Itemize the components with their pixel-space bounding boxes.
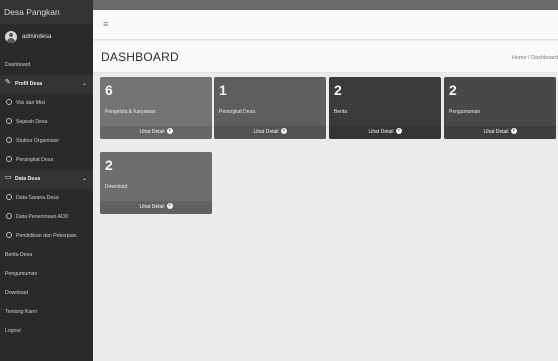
sidebar-item-download[interactable]: Download <box>0 284 93 303</box>
arrow-circle-right-icon <box>166 127 173 134</box>
breadcrumb[interactable]: Home / Dashboard <box>512 55 558 61</box>
stat-box-pengumuman: 2 Pengumuman Lihat Detail <box>444 77 556 139</box>
sidebar-item-label: Data Desa <box>15 176 41 182</box>
monitor-icon: ▭ <box>5 173 12 181</box>
sidebar-item-label: Pengumuman <box>5 271 38 277</box>
page-title: DASHBOARD <box>101 50 179 64</box>
stat-label: Berita <box>334 109 348 115</box>
sidebar-item-label: Sejarah Desa <box>16 119 48 125</box>
circle-icon <box>6 136 12 143</box>
stat-box-berita: 2 Berita Lihat Detail <box>329 77 441 139</box>
edit-icon: ✎ <box>5 78 11 86</box>
sidebar-item-label: Dashboard <box>5 62 31 68</box>
detail-link[interactable]: Lihat Detail <box>444 126 556 139</box>
sidebar-item-perangkat-desa[interactable]: Perangkat Desa <box>0 151 93 170</box>
detail-link-label: Lihat Detail <box>483 129 509 135</box>
hamburger-icon[interactable]: ≡ <box>103 19 108 29</box>
sidebar-item-label: Logout <box>5 328 21 334</box>
arrow-circle-right-icon <box>510 127 517 134</box>
sidebar-item-label: Berita Desa <box>5 252 33 258</box>
sidebar-item-struktur-organisasi[interactable]: Stuktur Organisasi <box>0 132 93 151</box>
detail-link[interactable]: Lihat Detail <box>329 126 441 139</box>
detail-link-label: Lihat Detail <box>139 204 165 210</box>
stat-count: 2 <box>449 82 457 98</box>
circle-icon <box>6 98 12 105</box>
sidebar-item-label: Perangkat Desa <box>16 157 54 163</box>
detail-link[interactable]: Lihat Detail <box>100 126 212 139</box>
topbar: ≡ <box>93 10 558 40</box>
sidebar: Desa Pangkan admindesa Dashboard ✎ Profil… <box>0 0 93 361</box>
detail-link-label: Lihat Detail <box>253 129 279 135</box>
circle-icon <box>6 117 12 124</box>
sidebar-item-label: Tentang Kami <box>5 309 37 315</box>
detail-link-label: Lihat Detail <box>368 129 394 135</box>
sidebar-item-label: Data Sarana Desa <box>16 195 59 201</box>
user-name: admindesa <box>22 34 52 40</box>
sidebar-item-label: Pendidikan dan Pekerjaan <box>16 233 77 239</box>
arrow-circle-right-icon <box>395 127 402 134</box>
chevron-down-icon: ⌄ <box>81 81 87 87</box>
stat-count: 2 <box>105 157 113 173</box>
topbar-accent <box>93 0 558 10</box>
sidebar-item-label: Data Penerimaan ADD <box>16 214 69 220</box>
arrow-circle-right-icon <box>280 127 287 134</box>
sidebar-item-visi-misi[interactable]: Visi dan Misi <box>0 94 93 113</box>
sidebar-item-pendidikan-pekerjaan[interactable]: Pendidikan dan Pekerjaan <box>0 227 93 246</box>
detail-link[interactable]: Lihat Detail <box>214 126 326 139</box>
sidebar-item-sejarah-desa[interactable]: Sejarah Desa <box>0 113 93 132</box>
sidebar-group-data-desa[interactable]: ▭ Data Desa ⌄ <box>0 170 93 189</box>
sidebar-item-logout[interactable]: Logout <box>0 322 93 341</box>
sidebar-item-pengumuman[interactable]: Pengumuman <box>0 265 93 284</box>
sidebar-item-tentang-kami[interactable]: Tentang Kami <box>0 303 93 322</box>
stat-label: Download <box>105 184 128 190</box>
stat-box-download: 2 Download Lihat Detail <box>100 152 212 214</box>
stat-count: 2 <box>334 82 342 98</box>
sidebar-item-berita-desa[interactable]: Berita Desa <box>0 246 93 265</box>
circle-icon <box>6 212 12 219</box>
stat-count: 6 <box>105 82 113 98</box>
avatar <box>5 31 17 43</box>
circle-icon <box>6 193 12 200</box>
chevron-down-icon: ⌄ <box>81 176 87 182</box>
sidebar-item-label: Visi dan Misi <box>16 100 46 106</box>
user-panel: admindesa <box>0 24 93 50</box>
sidebar-item-label: Stuktur Organisasi <box>16 138 59 144</box>
stat-label: Perangkat Desa <box>219 109 255 115</box>
stat-box-pengelola: 6 Pengelola & Karyawan Lihat Detail <box>100 77 212 139</box>
stat-label: Pengumuman <box>449 109 481 115</box>
sidebar-group-profil-desa[interactable]: ✎ Profil Desa ⌄ <box>0 75 93 94</box>
stat-count: 1 <box>219 82 227 98</box>
content-header: DASHBOARD Home / Dashboard <box>93 41 558 73</box>
arrow-circle-right-icon <box>166 202 173 209</box>
stat-label: Pengelola & Karyawan <box>105 109 156 115</box>
detail-link[interactable]: Lihat Detail <box>100 201 212 214</box>
detail-link-label: Lihat Detail <box>139 129 165 135</box>
brand-name[interactable]: Desa Pangkan <box>0 0 93 24</box>
sidebar-item-dashboard[interactable]: Dashboard <box>0 56 93 75</box>
circle-icon <box>6 231 12 238</box>
sidebar-item-data-penerimaan-add[interactable]: Data Penerimaan ADD <box>0 208 93 227</box>
sidebar-item-label: Download <box>5 290 29 296</box>
sidebar-item-data-sarana[interactable]: Data Sarana Desa <box>0 189 93 208</box>
circle-icon <box>6 155 12 162</box>
stat-box-perangkat-desa: 1 Perangkat Desa Lihat Detail <box>214 77 326 139</box>
sidebar-item-label: Profil Desa <box>15 81 43 87</box>
